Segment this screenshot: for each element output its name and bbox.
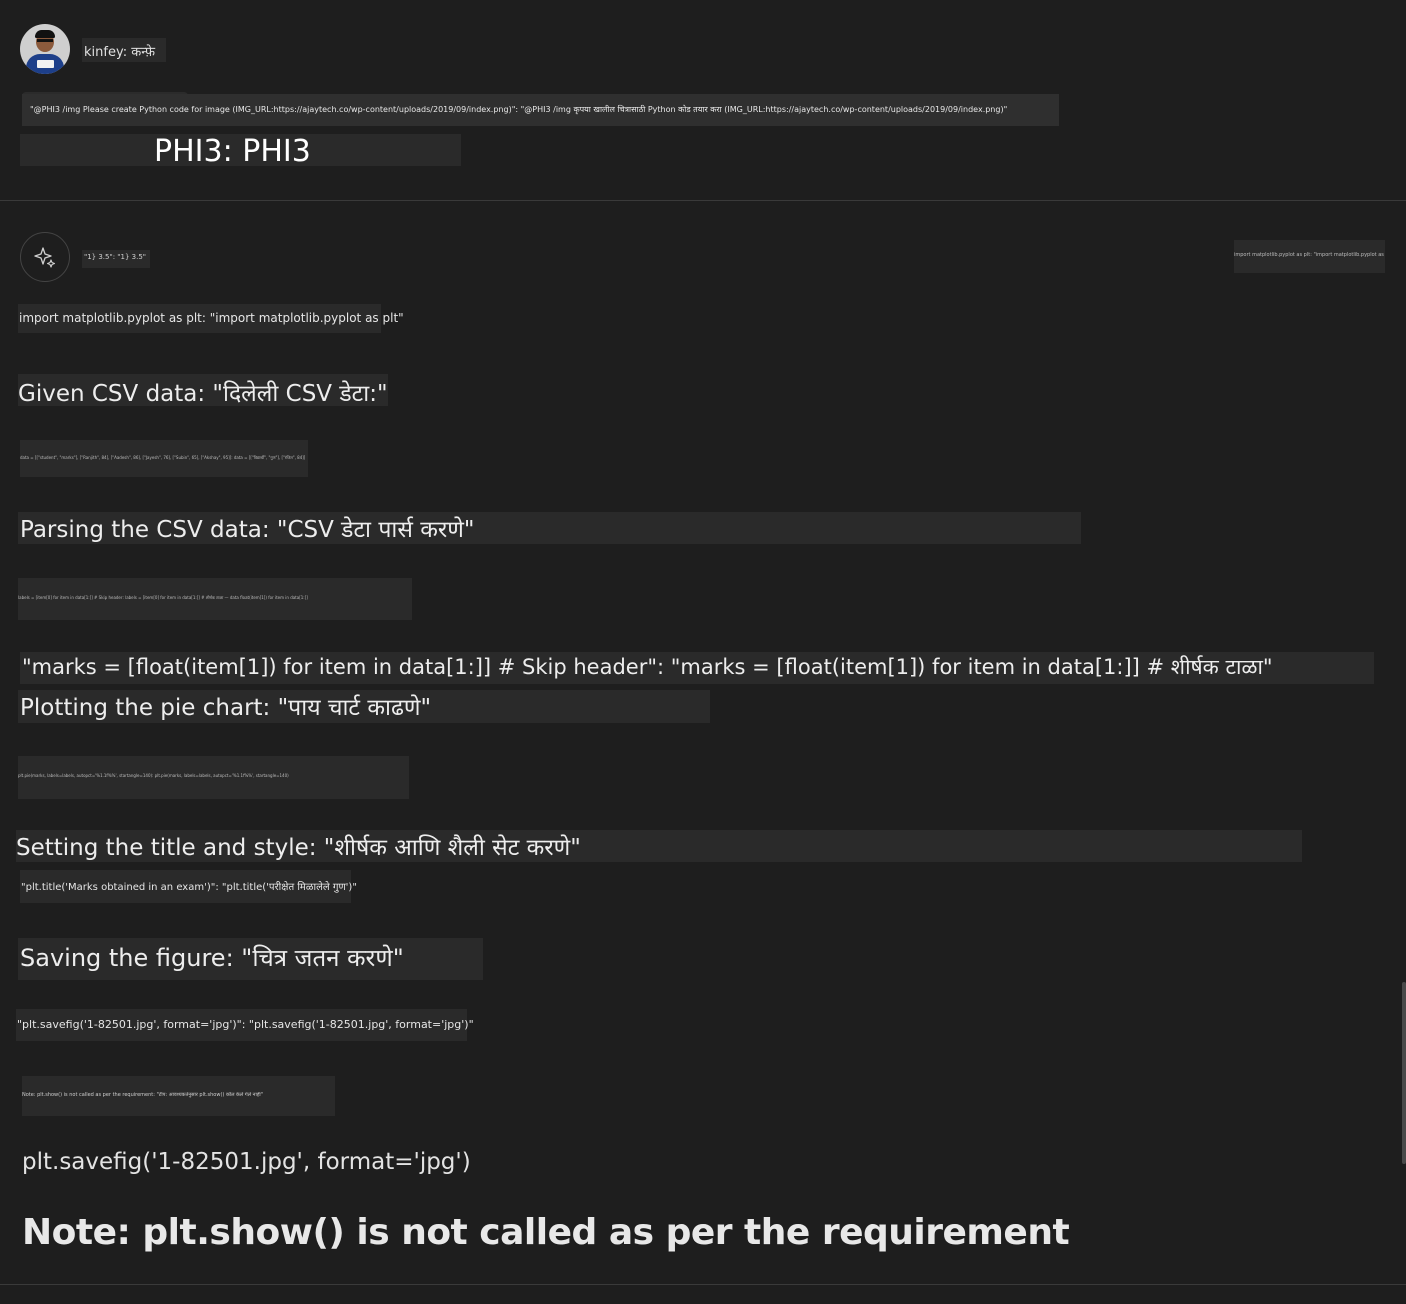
user-name: kinfey: कन्फ़े [84,45,156,60]
agent-title-box: PHI3: PHI3 [20,134,461,169]
plot-code-box: plt.pie(marks, labels=labels, autopct='%… [18,756,409,799]
given-csv-heading: Given CSV data: "दिलेली CSV डेटा:" [18,381,388,407]
parse-code-box: labels = [item[0] for item in data[1:]] … [18,578,412,620]
top-right-box: import matplotlib.pyplot as plt: "import… [1234,240,1385,273]
saving-box: Saving the figure: "चित्र जतन करणे" [18,938,483,980]
divider-bottom [0,1284,1406,1285]
user-name-box: kinfey: कन्फ़े [82,38,166,62]
note-small-box: Note: plt.show() is not called as per th… [22,1076,335,1116]
title-code-box: "plt.title('Marks obtained in an exam')"… [20,870,357,903]
title-code: "plt.title('Marks obtained in an exam')"… [21,882,357,893]
agent-title: PHI3: PHI3 [154,134,311,169]
savefig-plain: plt.savefig('1-82501.jpg', format='jpg') [22,1149,471,1175]
given-csv-box: Given CSV data: "दिलेली CSV डेटा:" [18,374,388,407]
reply-header-box: "1} 3.5": "1} 3.5" [82,250,150,268]
setting-heading: Setting the title and style: "शीर्षक आणि… [16,835,581,861]
import-box: import matplotlib.pyplot as plt: "import… [18,304,404,333]
user-avatar [20,24,70,74]
parsing-heading: Parsing the CSV data: "CSV डेटा पार्स कर… [20,517,475,543]
savefig-code-box: "plt.savefig('1-82501.jpg', format='jpg'… [16,1009,474,1041]
plot-code: plt.pie(marks, labels=labels, autopct='%… [18,773,289,778]
setting-box: Setting the title and style: "शीर्षक आणि… [16,830,1302,862]
plotting-box: Plotting the pie chart: "पाय चार्ट काढणे… [18,690,710,723]
marks-line: "marks = [float(item[1]) for item in dat… [22,655,1273,679]
savefig-code: "plt.savefig('1-82501.jpg', format='jpg'… [17,1018,474,1031]
note-large: Note: plt.show() is not called as per th… [22,1212,1070,1253]
parsing-box: Parsing the CSV data: "CSV डेटा पार्स कर… [18,512,1081,544]
note-small: Note: plt.show() is not called as per th… [22,1092,263,1098]
scrollbar-thumb[interactable] [1402,982,1406,1164]
divider-top [0,200,1406,201]
prompt-text: "@PHI3 /img Please create Python code fo… [30,105,1008,114]
csv-code: data = [["student", "marks"], ["Ranjith"… [20,455,306,460]
parse-code: labels = [item[0] for item in data[1:]] … [18,595,308,600]
reply-header: "1} 3.5": "1} 3.5" [84,253,146,261]
prompt-box: "@PHI3 /img Please create Python code fo… [22,94,1059,126]
saving-heading: Saving the figure: "चित्र जतन करणे" [20,944,404,972]
import-line: import matplotlib.pyplot as plt: "import… [19,311,404,325]
sparkle-icon [20,232,70,282]
csv-code-box: data = [["student", "marks"], ["Ranjith"… [20,440,308,477]
top-right-text: import matplotlib.pyplot as plt: "import… [1234,252,1385,258]
plotting-heading: Plotting the pie chart: "पाय चार्ट काढणे… [20,695,432,721]
marks-box: "marks = [float(item[1]) for item in dat… [20,652,1374,684]
